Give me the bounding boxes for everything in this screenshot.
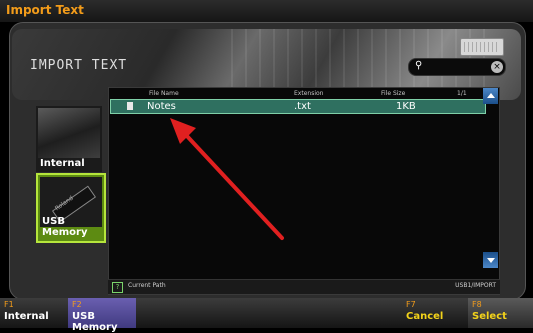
annotation-arrow-icon: [170, 118, 284, 240]
